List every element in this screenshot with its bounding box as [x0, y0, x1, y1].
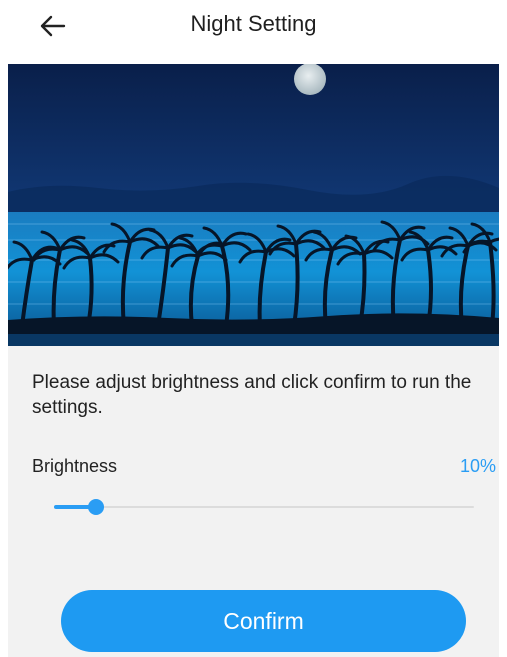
slider-track — [54, 506, 474, 508]
settings-panel: Please adjust brightness and click confi… — [8, 346, 499, 657]
header: Night Setting — [0, 0, 507, 64]
page-title: Night Setting — [190, 11, 317, 36]
brightness-value: 10% — [459, 456, 496, 476]
instruction-text: Please adjust brightness and click confi… — [32, 372, 472, 418]
confirm-button[interactable]: Confirm — [61, 590, 466, 652]
slider-thumb[interactable] — [88, 499, 104, 515]
brightness-label: Brightness — [32, 456, 118, 476]
brightness-slider[interactable] — [54, 496, 474, 518]
night-scene-image — [8, 64, 499, 346]
